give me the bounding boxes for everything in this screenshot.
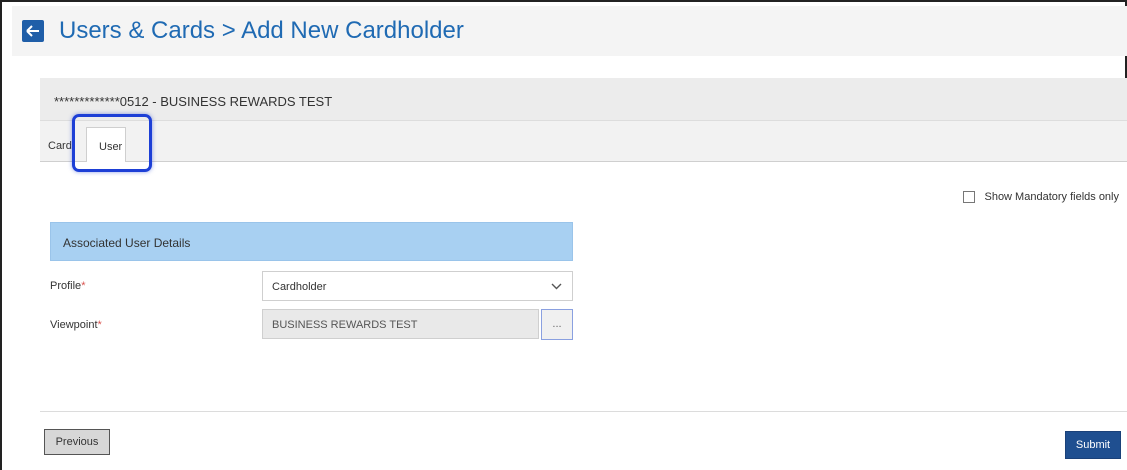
required-marker: * — [81, 280, 86, 292]
profile-select[interactable]: Cardholder — [262, 271, 573, 301]
profile-label-text: Profile — [50, 280, 82, 292]
viewpoint-lookup-button[interactable]: ... — [541, 309, 573, 340]
card-number-label: *************0512 - BUSINESS REWARDS TES… — [54, 94, 333, 109]
viewpoint-label-text: Viewpoint — [50, 319, 98, 331]
tab-strip: Card User — [40, 121, 1127, 163]
profile-value: Cardholder — [272, 281, 327, 293]
viewpoint-value: BUSINESS REWARDS TEST — [272, 319, 418, 331]
profile-label: Profile* — [50, 280, 85, 292]
section-header: Associated User Details — [50, 222, 573, 261]
required-marker: * — [97, 319, 102, 331]
mandatory-fields-toggle[interactable]: Show Mandatory fields only — [963, 191, 1119, 203]
back-button[interactable] — [22, 20, 44, 42]
card-header: *************0512 - BUSINESS REWARDS TES… — [40, 78, 1127, 121]
mandatory-checkbox[interactable] — [963, 191, 976, 203]
viewpoint-field: BUSINESS REWARDS TEST — [262, 309, 539, 339]
tab-user[interactable]: User — [86, 127, 126, 163]
section-title: Associated User Details — [63, 236, 191, 250]
cardholder-form: *************0512 - BUSINESS REWARDS TES… — [40, 78, 1127, 470]
page-header: Users & Cards > Add New Cardholder — [12, 6, 1127, 56]
viewpoint-label: Viewpoint* — [50, 319, 102, 331]
tab-card[interactable]: Card — [48, 127, 74, 162]
arrow-left-icon — [26, 25, 39, 37]
app-window: Users & Cards > Add New Cardholder *****… — [0, 0, 1127, 470]
page-title: Users & Cards > Add New Cardholder — [59, 17, 464, 44]
submit-button[interactable]: Submit — [1065, 431, 1121, 459]
previous-button[interactable]: Previous — [44, 429, 110, 455]
user-panel: Show Mandatory fields only Associated Us… — [40, 162, 1127, 412]
mandatory-label: Show Mandatory fields only — [984, 191, 1119, 203]
chevron-down-icon — [551, 283, 562, 290]
